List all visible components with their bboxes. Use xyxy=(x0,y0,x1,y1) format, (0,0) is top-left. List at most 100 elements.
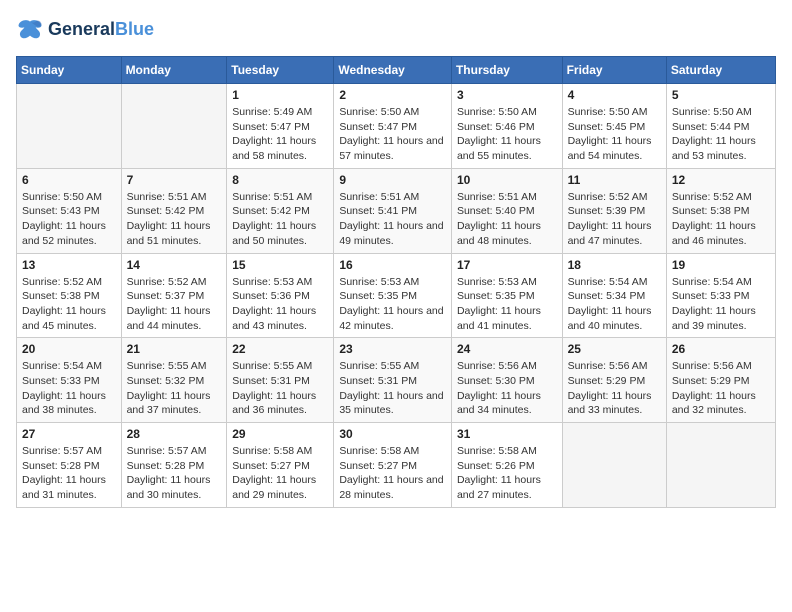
day-info: Sunrise: 5:56 AMSunset: 5:29 PMDaylight:… xyxy=(568,359,661,418)
day-header-sunday: Sunday xyxy=(17,57,122,84)
day-info: Sunrise: 5:53 AMSunset: 5:35 PMDaylight:… xyxy=(339,275,446,334)
day-number: 6 xyxy=(22,173,116,187)
day-info: Sunrise: 5:55 AMSunset: 5:32 PMDaylight:… xyxy=(127,359,222,418)
calendar-cell: 14Sunrise: 5:52 AMSunset: 5:37 PMDayligh… xyxy=(121,253,227,338)
day-number: 21 xyxy=(127,342,222,356)
calendar-cell: 18 Sunrise: 5:54 AMSunset: 5:34 PMDayligh… xyxy=(562,253,666,338)
day-info: Sunrise: 5:57 AMSunset: 5:28 PMDaylight:… xyxy=(22,444,116,503)
calendar-cell: 17 Sunrise: 5:53 AMSunset: 5:35 PMDayligh… xyxy=(451,253,562,338)
day-info: Sunrise: 5:53 AMSunset: 5:35 PMDaylight:… xyxy=(457,275,557,334)
calendar-cell: 31 Sunrise: 5:58 AMSunset: 5:26 PMDayligh… xyxy=(451,423,562,508)
calendar-cell xyxy=(17,84,122,169)
calendar-cell: 13Sunrise: 5:52 AMSunset: 5:38 PMDayligh… xyxy=(17,253,122,338)
day-info: Sunrise: 5:51 AMSunset: 5:42 PMDaylight:… xyxy=(127,190,222,249)
day-info: Sunrise: 5:54 AMSunset: 5:33 PMDaylight:… xyxy=(22,359,116,418)
day-info: Sunrise: 5:51 AMSunset: 5:41 PMDaylight:… xyxy=(339,190,446,249)
calendar-cell: 23 Sunrise: 5:55 AMSunset: 5:31 PMDayligh… xyxy=(334,338,452,423)
day-number: 10 xyxy=(457,173,557,187)
day-info: Sunrise: 5:58 AMSunset: 5:27 PMDaylight:… xyxy=(339,444,446,503)
day-info: Sunrise: 5:58 AMSunset: 5:26 PMDaylight:… xyxy=(457,444,557,503)
calendar-cell: 16 Sunrise: 5:53 AMSunset: 5:35 PMDayligh… xyxy=(334,253,452,338)
day-number: 28 xyxy=(127,427,222,441)
week-row-3: 13Sunrise: 5:52 AMSunset: 5:38 PMDayligh… xyxy=(17,253,776,338)
day-info: Sunrise: 5:54 AMSunset: 5:34 PMDaylight:… xyxy=(568,275,661,334)
day-number: 30 xyxy=(339,427,446,441)
calendar-cell: 4 Sunrise: 5:50 AMSunset: 5:45 PMDaylight… xyxy=(562,84,666,169)
day-info: Sunrise: 5:50 AMSunset: 5:45 PMDaylight:… xyxy=(568,105,661,164)
day-header-thursday: Thursday xyxy=(451,57,562,84)
day-number: 27 xyxy=(22,427,116,441)
day-number: 31 xyxy=(457,427,557,441)
day-info: Sunrise: 5:57 AMSunset: 5:28 PMDaylight:… xyxy=(127,444,222,503)
week-row-4: 20 Sunrise: 5:54 AMSunset: 5:33 PMDayligh… xyxy=(17,338,776,423)
calendar-cell: 15Sunrise: 5:53 AMSunset: 5:36 PMDayligh… xyxy=(227,253,334,338)
calendar-cell: 2 Sunrise: 5:50 AMSunset: 5:47 PMDaylight… xyxy=(334,84,452,169)
calendar-cell: 5 Sunrise: 5:50 AMSunset: 5:44 PMDaylight… xyxy=(666,84,775,169)
calendar-cell: 26Sunrise: 5:56 AMSunset: 5:29 PMDayligh… xyxy=(666,338,775,423)
week-row-1: 1 Sunrise: 5:49 AMSunset: 5:47 PMDaylight… xyxy=(17,84,776,169)
day-number: 24 xyxy=(457,342,557,356)
day-info: Sunrise: 5:50 AMSunset: 5:43 PMDaylight:… xyxy=(22,190,116,249)
day-number: 14 xyxy=(127,258,222,272)
logo-icon xyxy=(16,16,44,44)
header: GeneralBlue xyxy=(16,16,776,44)
day-number: 5 xyxy=(672,88,770,102)
week-row-5: 27 Sunrise: 5:57 AMSunset: 5:28 PMDayligh… xyxy=(17,423,776,508)
day-info: Sunrise: 5:54 AMSunset: 5:33 PMDaylight:… xyxy=(672,275,770,334)
calendar-cell xyxy=(562,423,666,508)
day-number: 13 xyxy=(22,258,116,272)
calendar-table: SundayMondayTuesdayWednesdayThursdayFrid… xyxy=(16,56,776,508)
calendar-cell: 28 Sunrise: 5:57 AMSunset: 5:28 PMDayligh… xyxy=(121,423,227,508)
calendar-cell: 8 Sunrise: 5:51 AMSunset: 5:42 PMDaylight… xyxy=(227,168,334,253)
calendar-cell xyxy=(666,423,775,508)
day-info: Sunrise: 5:58 AMSunset: 5:27 PMDaylight:… xyxy=(232,444,328,503)
day-info: Sunrise: 5:55 AMSunset: 5:31 PMDaylight:… xyxy=(339,359,446,418)
day-number: 16 xyxy=(339,258,446,272)
calendar-cell: 19 Sunrise: 5:54 AMSunset: 5:33 PMDayligh… xyxy=(666,253,775,338)
day-header-saturday: Saturday xyxy=(666,57,775,84)
calendar-cell: 10 Sunrise: 5:51 AMSunset: 5:40 PMDayligh… xyxy=(451,168,562,253)
day-info: Sunrise: 5:50 AMSunset: 5:44 PMDaylight:… xyxy=(672,105,770,164)
day-number: 3 xyxy=(457,88,557,102)
calendar-cell: 7 Sunrise: 5:51 AMSunset: 5:42 PMDaylight… xyxy=(121,168,227,253)
week-row-2: 6 Sunrise: 5:50 AMSunset: 5:43 PMDaylight… xyxy=(17,168,776,253)
day-number: 2 xyxy=(339,88,446,102)
day-info: Sunrise: 5:52 AMSunset: 5:39 PMDaylight:… xyxy=(568,190,661,249)
day-number: 20 xyxy=(22,342,116,356)
calendar-cell: 27 Sunrise: 5:57 AMSunset: 5:28 PMDayligh… xyxy=(17,423,122,508)
day-header-monday: Monday xyxy=(121,57,227,84)
calendar-cell: 29 Sunrise: 5:58 AMSunset: 5:27 PMDayligh… xyxy=(227,423,334,508)
day-number: 7 xyxy=(127,173,222,187)
day-info: Sunrise: 5:56 AMSunset: 5:29 PMDaylight:… xyxy=(672,359,770,418)
day-info: Sunrise: 5:55 AMSunset: 5:31 PMDaylight:… xyxy=(232,359,328,418)
day-number: 8 xyxy=(232,173,328,187)
day-info: Sunrise: 5:53 AMSunset: 5:36 PMDaylight:… xyxy=(232,275,328,334)
calendar-cell: 6 Sunrise: 5:50 AMSunset: 5:43 PMDaylight… xyxy=(17,168,122,253)
day-header-wednesday: Wednesday xyxy=(334,57,452,84)
day-info: Sunrise: 5:51 AMSunset: 5:40 PMDaylight:… xyxy=(457,190,557,249)
day-header-tuesday: Tuesday xyxy=(227,57,334,84)
calendar-cell: 20 Sunrise: 5:54 AMSunset: 5:33 PMDayligh… xyxy=(17,338,122,423)
day-number: 11 xyxy=(568,173,661,187)
day-number: 22 xyxy=(232,342,328,356)
day-number: 19 xyxy=(672,258,770,272)
day-info: Sunrise: 5:56 AMSunset: 5:30 PMDaylight:… xyxy=(457,359,557,418)
day-number: 1 xyxy=(232,88,328,102)
day-number: 25 xyxy=(568,342,661,356)
day-number: 23 xyxy=(339,342,446,356)
day-info: Sunrise: 5:49 AMSunset: 5:47 PMDaylight:… xyxy=(232,105,328,164)
day-number: 17 xyxy=(457,258,557,272)
logo: GeneralBlue xyxy=(16,16,154,44)
day-number: 29 xyxy=(232,427,328,441)
day-info: Sunrise: 5:50 AMSunset: 5:47 PMDaylight:… xyxy=(339,105,446,164)
day-info: Sunrise: 5:50 AMSunset: 5:46 PMDaylight:… xyxy=(457,105,557,164)
day-number: 4 xyxy=(568,88,661,102)
header-row: SundayMondayTuesdayWednesdayThursdayFrid… xyxy=(17,57,776,84)
calendar-cell: 11 Sunrise: 5:52 AMSunset: 5:39 PMDayligh… xyxy=(562,168,666,253)
calendar-cell: 1 Sunrise: 5:49 AMSunset: 5:47 PMDaylight… xyxy=(227,84,334,169)
day-info: Sunrise: 5:51 AMSunset: 5:42 PMDaylight:… xyxy=(232,190,328,249)
day-number: 18 xyxy=(568,258,661,272)
day-header-friday: Friday xyxy=(562,57,666,84)
calendar-cell: 12Sunrise: 5:52 AMSunset: 5:38 PMDayligh… xyxy=(666,168,775,253)
day-number: 9 xyxy=(339,173,446,187)
